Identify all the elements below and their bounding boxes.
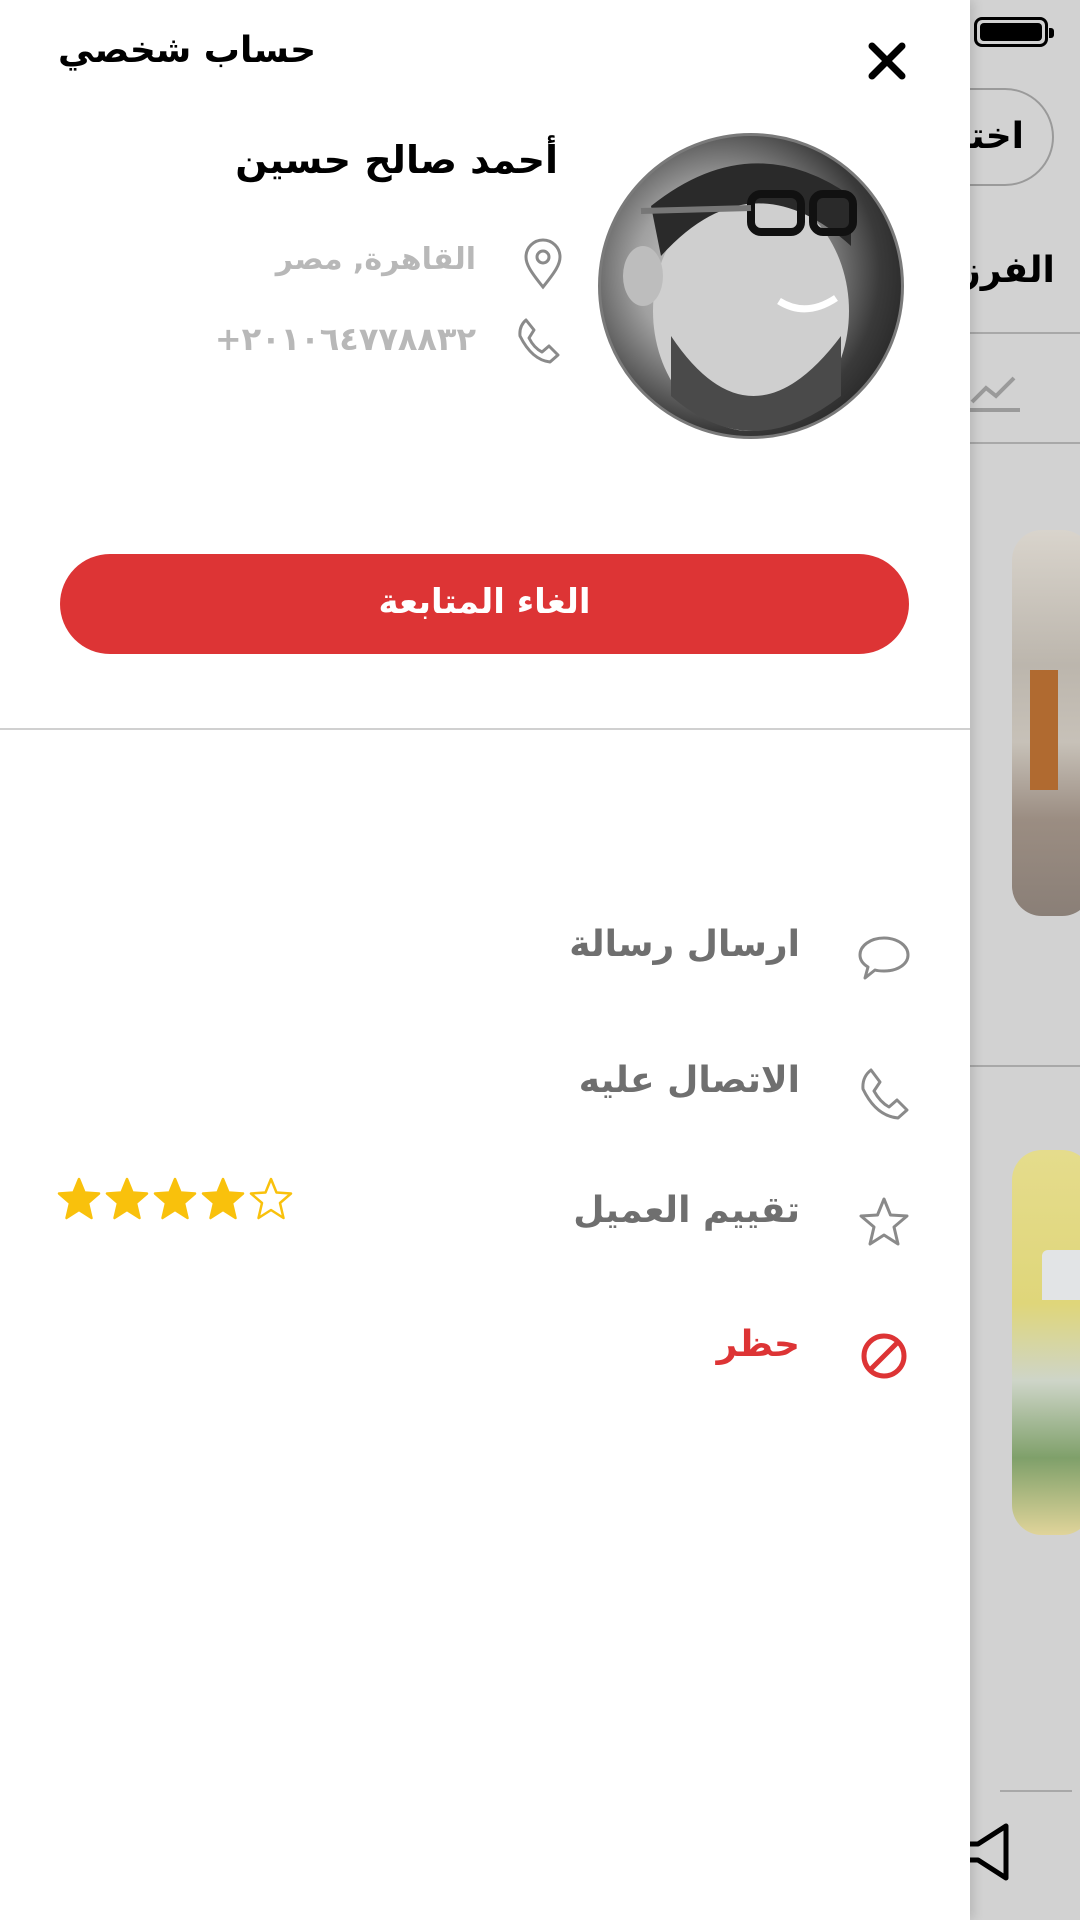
battery-icon [974,17,1054,47]
phone-text: +٢٠١٠٦٤٧٧٨٨٣٢ [214,320,476,358]
star-filled-icon[interactable] [56,1176,102,1222]
profile-name: أحمد صالح حسين [235,138,558,182]
profile-drawer: حساب شخصي أحمد صالح حسين القاهرة, مصر +٢… [0,0,970,1920]
unfollow-button[interactable]: الغاء المتابعة [60,554,909,654]
chat-bubble-icon [858,936,910,980]
menu-label: الاتصال عليه [578,1060,800,1101]
close-icon[interactable] [866,40,908,82]
menu-label: تقييم العميل [573,1190,800,1231]
send-message-item[interactable]: ارسال رسالة [0,910,970,1000]
rating-stars[interactable] [56,1176,296,1230]
menu-label: حظر [716,1324,800,1365]
star-filled-icon[interactable] [104,1176,150,1222]
star-filled-icon[interactable] [200,1176,246,1222]
drawer-title: حساب شخصي [58,30,317,71]
divider [970,442,1080,444]
divider [970,332,1080,334]
block-icon [861,1333,907,1379]
phone-icon [861,1068,909,1120]
listing-image-card[interactable] [1012,1150,1080,1535]
trend-up-icon[interactable] [968,368,1022,414]
location-text: القاهرة, مصر [275,242,476,277]
avatar [598,133,904,439]
location-pin-icon [524,238,562,290]
phone-icon [518,318,560,364]
section-label: الفرز [960,250,1055,291]
star-empty-icon[interactable] [248,1176,294,1222]
megaphone-icon[interactable] [962,1820,1018,1884]
section-divider [0,728,970,730]
call-item[interactable]: الاتصال عليه [0,1046,970,1136]
listing-image-card[interactable] [1012,530,1080,916]
divider [970,1065,1080,1067]
block-item[interactable]: حظر [0,1310,970,1400]
star-filled-icon[interactable] [152,1176,198,1222]
menu-label: ارسال رسالة [569,924,800,965]
star-outline-icon [859,1197,909,1246]
divider [1000,1790,1072,1792]
